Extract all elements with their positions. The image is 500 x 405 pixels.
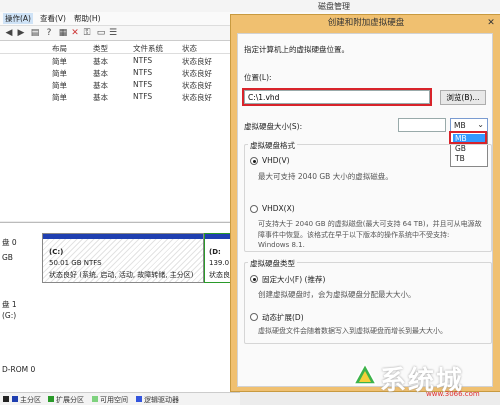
type-group-label: 虚拟硬盘类型 (248, 258, 297, 269)
format-group-label: 虚拟硬盘格式 (248, 140, 297, 151)
vhdx-radio[interactable] (250, 205, 258, 213)
vhd-label[interactable]: VHD(V) (262, 156, 290, 165)
dynamic-description: 虚拟硬盘文件会随着数据写入到虚拟硬盘而增长到最大大小。 (258, 327, 447, 335)
cell-filesystem: NTFS (133, 56, 153, 65)
cell-type: 基本 (93, 93, 108, 102)
location-highlight (242, 88, 432, 106)
partition-d-status: 状态良 (209, 271, 230, 279)
help-icon[interactable]: ? (44, 28, 54, 38)
up-icon[interactable]: ▤ (30, 28, 40, 38)
unit-highlight (449, 131, 487, 144)
cell-status: 状态良好 (182, 69, 212, 78)
browse-button[interactable]: 浏览(B)... (440, 90, 486, 105)
unit-selected: MB (454, 121, 466, 130)
menu-action[interactable]: 操作(A) (3, 13, 33, 24)
partition-d-size: 139.0 (209, 259, 230, 267)
partition-c[interactable]: (C:) 50.01 GB NTFS 状态良好 (系统, 启动, 活动, 故障转… (42, 233, 204, 283)
size-input[interactable] (398, 118, 446, 132)
back-icon[interactable]: ◀ (4, 28, 14, 38)
partition-d-name: (D: (209, 248, 221, 256)
rom-label: D-ROM 0 (2, 365, 36, 374)
cell-filesystem: NTFS (133, 68, 153, 77)
forward-icon[interactable]: ▶ (16, 28, 26, 38)
list-icon[interactable]: ☰ (108, 28, 118, 38)
watermark: 系统城 www.3066.com (352, 358, 492, 400)
cell-type: 基本 (93, 69, 108, 78)
close-icon[interactable]: ✕ (484, 17, 498, 29)
partition-c-size: 50.01 GB NTFS (49, 259, 102, 267)
link-icon[interactable]: ⚿ (82, 28, 92, 38)
volume-table: 布局 类型 文件系统 状态 简单 基本 NTFS 状态良好 简单 基本 NTFS… (0, 41, 240, 221)
size-label: 虚拟硬盘大小(S): (244, 122, 303, 131)
cell-status: 状态良好 (182, 93, 212, 102)
menu-help[interactable]: 帮助(H) (72, 13, 103, 24)
location-label: 位置(L): (244, 73, 272, 82)
table-row[interactable]: 简单 基本 NTFS 状态良好 (0, 55, 240, 66)
cell-layout: 简单 (52, 69, 67, 78)
vhd-radio[interactable] (250, 157, 258, 165)
cell-layout: 简单 (52, 93, 67, 102)
fixed-radio[interactable] (250, 275, 258, 283)
legend-swatch-unallocated (3, 396, 9, 402)
cell-filesystem: NTFS (133, 92, 153, 101)
vhdx-description-1: 可支持大于 2040 GB 的虚拟磁盘(最大可支持 64 TB)，并且可从电源故 (258, 220, 482, 228)
disk-map: 盘 0 GB (C:) 50.01 GB NTFS 状态良好 (系统, 启动, … (0, 222, 242, 393)
disk0-label: 盘 0 (2, 238, 17, 247)
cell-status: 状态良好 (182, 81, 212, 90)
partition-c-name: (C:) (49, 248, 64, 256)
header-divider (0, 53, 240, 54)
cell-type: 基本 (93, 57, 108, 66)
legend-swatch-logical (136, 396, 142, 402)
vhd-description: 最大可支持 2040 GB 大小的虚拟磁盘。 (258, 172, 393, 181)
cell-status: 状态良好 (182, 57, 212, 66)
cell-layout: 简单 (52, 57, 67, 66)
properties-icon[interactable]: ▦ (58, 28, 68, 38)
vhdx-label[interactable]: VHDX(X) (262, 204, 295, 213)
window-title: 磁盘管理 (318, 2, 350, 11)
table-row[interactable]: 简单 基本 NTFS 状态良好 (0, 67, 240, 78)
vhdx-description-2: 障事件中恢复。该格式在早于以下版本的操作系统中不受支持: (258, 231, 450, 239)
dialog-title: 创建和附加虚拟硬盘 (327, 18, 405, 28)
cell-layout: 简单 (52, 81, 67, 90)
menu-view[interactable]: 查看(V) (38, 13, 68, 24)
cell-type: 基本 (93, 81, 108, 90)
legend-swatch-primary (12, 396, 18, 402)
legend: 主分区 扩展分区 可用空间 逻辑驱动器 (0, 392, 240, 405)
open-icon[interactable]: ▭ (96, 28, 106, 38)
dynamic-radio[interactable] (250, 313, 258, 321)
unit-select[interactable]: MB ⌄ (450, 118, 488, 132)
dialog-instructions: 指定计算机上的虚拟硬盘位置。 (244, 45, 349, 54)
table-row[interactable]: 简单 基本 NTFS 状态良好 (0, 79, 240, 90)
partition-c-status: 状态良好 (系统, 启动, 活动, 故障转储, 主分区) (49, 271, 194, 279)
chevron-down-icon: ⌄ (477, 120, 484, 129)
fixed-description: 创建虚拟硬盘时，会为虚拟硬盘分配最大大小。 (258, 290, 416, 299)
dynamic-label[interactable]: 动态扩展(D) (262, 312, 304, 323)
disk1-sub: (G:) (2, 311, 17, 320)
vhdx-description-3: Windows 8.1. (258, 241, 305, 249)
cell-filesystem: NTFS (133, 80, 153, 89)
watermark-logo-icon (352, 362, 378, 385)
disk0-size: GB (2, 253, 13, 262)
legend-swatch-free (92, 396, 98, 402)
fixed-label[interactable]: 固定大小(F) (推荐) (262, 274, 325, 285)
disk1-label: 盘 1 (2, 300, 17, 309)
table-row[interactable]: 简单 基本 NTFS 状态良好 (0, 91, 240, 102)
partition-bar (43, 234, 203, 239)
window-title-bar: 磁盘管理 (0, 0, 500, 12)
delete-icon[interactable]: ✕ (70, 28, 80, 38)
watermark-url: www.3066.com (426, 390, 480, 398)
legend-swatch-extended (48, 396, 54, 402)
